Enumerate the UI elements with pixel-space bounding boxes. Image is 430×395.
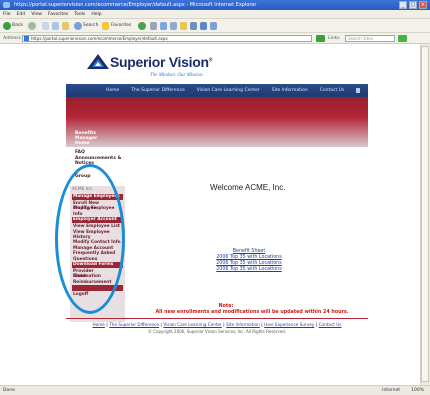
- home-icon[interactable]: [62, 22, 69, 30]
- zoom-level[interactable]: 100%: [411, 386, 424, 395]
- stop-icon[interactable]: [42, 22, 49, 30]
- menu-help[interactable]: Help: [91, 10, 101, 18]
- nav-contact-us[interactable]: Contact Us: [320, 88, 345, 93]
- back-label[interactable]: Back: [12, 22, 23, 30]
- maximize-icon[interactable]: □: [409, 1, 417, 9]
- scrollbar-thumb[interactable]: [421, 46, 429, 382]
- close-icon[interactable]: ×: [419, 1, 427, 9]
- highlight-oval: [55, 164, 125, 314]
- edit-icon[interactable]: [190, 22, 197, 30]
- address-bar: Address https://portal.superiorvision.co…: [0, 33, 430, 44]
- copyright-text: © Copyright 2006, Superior Vision Servic…: [147, 329, 287, 334]
- brand-name: Superior Vision®: [110, 54, 212, 70]
- welcome-heading: Welcome ACME, Inc.: [210, 183, 286, 192]
- note-text: All new enrollments and modifications wi…: [155, 310, 349, 315]
- nav-home[interactable]: Home: [106, 88, 119, 93]
- sidebar-faq[interactable]: FAQ: [75, 150, 85, 155]
- back-icon[interactable]: [3, 22, 11, 30]
- top-35-link-3[interactable]: 2006 Top 35 with Locations: [210, 267, 288, 272]
- discuss-icon[interactable]: [200, 22, 207, 30]
- search-label[interactable]: Search: [83, 22, 98, 30]
- menu-edit[interactable]: Edit: [17, 10, 26, 18]
- refresh-icon[interactable]: [52, 22, 59, 30]
- print-icon[interactable]: [170, 22, 177, 30]
- footer-survey[interactable]: User Experience Survey: [264, 322, 314, 327]
- browser-toolbar: Back Search Favorites: [0, 19, 430, 33]
- media-icon[interactable]: [138, 22, 146, 30]
- registered-mark: ®: [208, 57, 213, 64]
- status-bar: Done: [0, 385, 430, 395]
- go-button[interactable]: [316, 35, 325, 42]
- brand-tagline: The Mindset. Our Mission.: [150, 73, 204, 78]
- status-text: Done: [3, 388, 15, 393]
- nav-learning-center[interactable]: Vision Care Learning Center: [197, 88, 260, 93]
- top-35-link-1[interactable]: 2006 Top 35 with Locations: [210, 255, 288, 260]
- menu-bar: File Edit View Favorites Tools Help: [0, 10, 430, 19]
- forward-icon[interactable]: [28, 22, 36, 30]
- nav-superior-difference[interactable]: The Superior Difference: [131, 88, 184, 93]
- site-search-button[interactable]: [398, 35, 407, 42]
- brand-name-text: Superior Vision: [110, 54, 209, 70]
- nav-site-information[interactable]: Site Information: [272, 88, 308, 93]
- links-label[interactable]: Links: [328, 33, 340, 44]
- benefit-sheet-link[interactable]: Benefit Sheet: [210, 249, 288, 254]
- site-search-input[interactable]: Search Sites: [345, 35, 395, 42]
- address-label: Address: [3, 36, 21, 41]
- superior-vision-logo-icon: [87, 54, 109, 69]
- window-title: https://portal.superiorvision.com/ecomme…: [14, 2, 257, 8]
- favorites-label[interactable]: Favorites: [111, 22, 131, 30]
- page-icon: [24, 36, 29, 41]
- minimize-icon[interactable]: _: [399, 1, 407, 9]
- mail-icon[interactable]: [160, 22, 167, 30]
- ie-icon: [3, 2, 10, 8]
- favorites-star-icon[interactable]: [102, 22, 109, 30]
- window-controls: _ □ ×: [399, 1, 427, 9]
- address-input[interactable]: https://portal.superiorvision.com/ecomme…: [22, 35, 312, 42]
- address-url: https://portal.superiorvision.com/ecomme…: [31, 36, 168, 41]
- site-nav: Home The Superior Difference Vision Care…: [66, 84, 368, 97]
- footer-home[interactable]: Home: [93, 322, 105, 327]
- security-zone: Internet: [382, 388, 400, 393]
- sidebar-home[interactable]: Home: [75, 141, 90, 146]
- menu-view[interactable]: View: [31, 10, 42, 18]
- browser-title-bar: https://portal.superiorvision.com/ecomme…: [0, 0, 430, 10]
- footer-site-information[interactable]: Site Information: [226, 322, 260, 327]
- site-search-placeholder: Search Sites: [348, 36, 373, 41]
- top-35-link-2[interactable]: 2006 Top 35 with Locations: [210, 261, 288, 266]
- print-page-icon[interactable]: [356, 88, 360, 93]
- menu-tools[interactable]: Tools: [74, 10, 85, 18]
- footer-learning-center[interactable]: Vision Care Learning Center: [163, 322, 221, 327]
- menu-file[interactable]: File: [3, 10, 11, 18]
- note-title: Note:: [218, 304, 234, 309]
- footer-divider: [66, 318, 368, 319]
- header-banner: [66, 97, 368, 147]
- footer-links: Home | The Superior Difference | Vision …: [66, 322, 368, 327]
- folder-icon[interactable]: [180, 22, 187, 30]
- footer-contact-us[interactable]: Contact Us: [319, 322, 342, 327]
- menu-favorites[interactable]: Favorites: [48, 10, 68, 18]
- messenger-icon[interactable]: [210, 22, 217, 30]
- footer-superior-difference[interactable]: The Superior Difference: [109, 322, 159, 327]
- search-icon[interactable]: [74, 22, 82, 30]
- history-icon[interactable]: [150, 22, 157, 30]
